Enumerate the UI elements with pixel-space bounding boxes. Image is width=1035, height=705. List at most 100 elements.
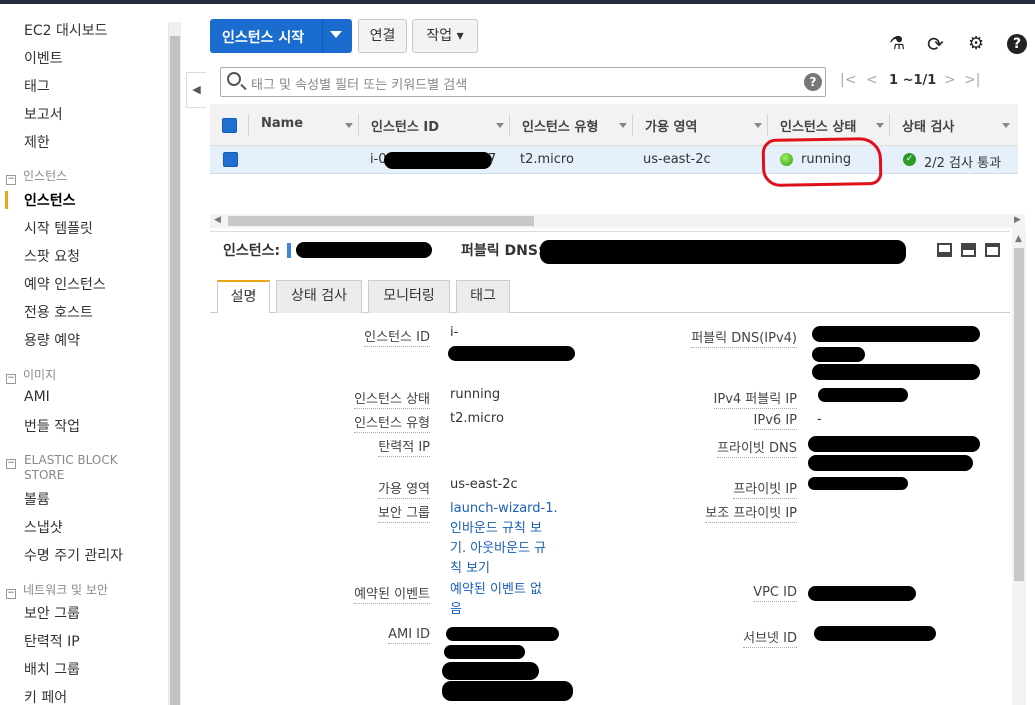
tab-description[interactable]: 설명: [217, 280, 270, 313]
sidebar-item-key-pairs[interactable]: 키 페어: [24, 687, 67, 705]
search-help-icon[interactable]: ?: [804, 73, 822, 91]
sidebar-item-reports[interactable]: 보고서: [24, 104, 63, 124]
column-header-name[interactable]: Name: [261, 116, 303, 131]
detail-label-scheduled-events: 예약된 이벤트: [330, 583, 430, 604]
instance-summary-label: 인스턴스:: [223, 243, 281, 259]
view-full-details-icon[interactable]: [937, 243, 952, 257]
table-horizontal-scrollbar[interactable]: ◀ ▶: [210, 214, 1025, 228]
sidebar-item-dedicated-hosts[interactable]: 전용 호스트: [24, 302, 93, 322]
tab-status-checks[interactable]: 상태 검사: [276, 280, 362, 313]
column-header-instance-type[interactable]: 인스턴스 유형: [522, 116, 598, 135]
help-icon[interactable]: ?: [1007, 34, 1027, 54]
table-row[interactable]: i-0 7 t2.micro us-east-2c running ✓ 2/2 …: [210, 146, 1018, 174]
column-header-status-checks[interactable]: 상태 검사: [902, 116, 954, 135]
select-all-checkbox[interactable]: [222, 118, 237, 133]
sort-caret-icon[interactable]: [754, 123, 762, 128]
last-page-icon[interactable]: >|: [964, 72, 980, 88]
sidebar-scrollbar-thumb[interactable]: [170, 36, 180, 705]
sidebar-item-bundle-tasks[interactable]: 번들 작업: [24, 416, 80, 436]
redacted-instance-id-detail: [448, 346, 575, 361]
sidebar-item-launch-templates[interactable]: 시작 템플릿: [24, 218, 93, 238]
scroll-right-icon[interactable]: ▶: [1014, 215, 1021, 225]
sidebar-item-ec2-dashboard[interactable]: EC2 대시보드: [24, 20, 108, 40]
sidebar-item-spot-requests[interactable]: 스팟 요청: [24, 246, 80, 266]
column-header-instance-state[interactable]: 인스턴스 상태: [780, 116, 856, 135]
sidebar-item-instances[interactable]: 인스턴스: [24, 190, 76, 210]
detail-value-ipv6-ip: -: [817, 412, 822, 427]
sort-caret-icon[interactable]: [345, 123, 353, 128]
connect-button[interactable]: 연결: [358, 19, 407, 53]
prev-page-icon[interactable]: <: [866, 72, 878, 88]
view-fill: [963, 245, 974, 250]
column-header-instance-id[interactable]: 인스턴스 ID: [371, 116, 439, 135]
inbound-rules-link-line2[interactable]: 기. 아웃바운드 규: [450, 539, 546, 559]
sidebar-item-snapshots[interactable]: 스냅샷: [24, 517, 63, 537]
column-header-availability-zone[interactable]: 가용 영역: [645, 116, 697, 135]
sidebar-section-images[interactable]: − 이미지: [6, 366, 56, 384]
first-page-icon[interactable]: |<: [840, 72, 856, 88]
inbound-rules-link-line1[interactable]: 인바운드 규칙 보: [450, 519, 542, 539]
column-separator: [509, 114, 510, 136]
scroll-up-icon[interactable]: ▲: [1015, 234, 1022, 244]
sidebar-item-capacity-reservations[interactable]: 용량 예약: [24, 330, 80, 350]
label-text: 인스턴스 ID: [364, 330, 430, 347]
detail-value-availability-zone: us-east-2c: [450, 477, 518, 492]
inbound-rules-link-line3[interactable]: 칙 보기: [450, 559, 490, 579]
detail-value-instance-state: running: [450, 387, 501, 402]
tab-tags[interactable]: 태그: [456, 280, 510, 313]
row-checkbox[interactable]: [223, 152, 238, 167]
sidebar-item-lifecycle-manager[interactable]: 수명 주기 관리자: [24, 545, 123, 565]
launch-instance-button[interactable]: 인스턴스 시작: [210, 19, 352, 53]
sort-caret-icon[interactable]: [619, 123, 627, 128]
section-label: 네트워크 및 보안: [23, 583, 108, 597]
sidebar-section-instances[interactable]: − 인스턴스: [6, 167, 67, 185]
availability-zone-cell: us-east-2c: [643, 152, 711, 167]
detail-label-ipv6-ip: IPv6 IP: [660, 413, 797, 430]
next-page-icon[interactable]: >: [944, 72, 956, 88]
label-text: 인스턴스 상태: [354, 392, 430, 409]
sidebar-item-events[interactable]: 이벤트: [24, 48, 63, 68]
refresh-icon[interactable]: ⟳: [927, 34, 944, 54]
detail-value-instance-id: i-: [450, 325, 459, 340]
tab-monitoring[interactable]: 모니터링: [368, 280, 450, 313]
scheduled-events-link-line1[interactable]: 예약된 이벤트 없: [450, 580, 542, 600]
flask-icon[interactable]: ⚗: [889, 34, 905, 54]
sidebar-item-tags[interactable]: 태그: [24, 76, 50, 96]
sort-caret-icon[interactable]: [1002, 123, 1010, 128]
sidebar-section-ebs[interactable]: −: [6, 453, 23, 469]
sidebar-item-reserved-instances[interactable]: 예약 인스턴스: [24, 274, 106, 294]
launch-dropdown-icon[interactable]: [330, 31, 342, 38]
vertical-scrollbar-thumb[interactable]: [1014, 248, 1024, 581]
sidebar-item-ami[interactable]: AMI: [24, 389, 50, 405]
launch-instance-label: 인스턴스 시작: [222, 30, 305, 46]
redacted-ami-id-1: [446, 627, 559, 641]
sidebar-section-network[interactable]: − 네트워크 및 보안: [6, 581, 108, 599]
scheduled-events-link-line2[interactable]: 음: [450, 600, 462, 620]
pane-divider[interactable]: [210, 231, 1010, 232]
sidebar-item-placement-groups[interactable]: 배치 그룹: [24, 659, 80, 679]
section-label: 인스턴스: [23, 169, 68, 183]
sort-caret-icon[interactable]: [496, 123, 504, 128]
security-group-link[interactable]: launch-wizard-1.: [450, 499, 558, 519]
details-vertical-scrollbar[interactable]: ▲: [1012, 228, 1026, 705]
sort-caret-icon[interactable]: [876, 123, 884, 128]
column-separator: [358, 114, 359, 136]
sidebar-item-volumes[interactable]: 볼륨: [24, 489, 50, 509]
sidebar-item-security-groups[interactable]: 보안 그룹: [24, 603, 80, 623]
detail-label-subnet-id: 서브넷 ID: [660, 627, 797, 648]
scroll-left-icon[interactable]: ◀: [214, 215, 221, 225]
label-text: IPv4 퍼블릭 IP: [713, 392, 797, 409]
sidebar-item-elastic-ips[interactable]: 탄력적 IP: [24, 631, 80, 651]
instances-table-header: Name 인스턴스 ID 인스턴스 유형 가용 영역 인스턴스 상태 상태 검사: [210, 104, 1018, 146]
filter-search-input[interactable]: 태그 및 속성별 필터 또는 키워드별 검색 ?: [220, 67, 826, 97]
actions-button[interactable]: 작업 ▾: [412, 19, 478, 53]
gear-icon[interactable]: ⚙: [968, 34, 984, 54]
horizontal-scrollbar-thumb[interactable]: [228, 216, 534, 226]
detail-label-availability-zone: 가용 영역: [330, 478, 430, 499]
label-text: 보안 그룹: [378, 506, 430, 523]
view-table-icon[interactable]: [985, 243, 1000, 257]
view-split-icon[interactable]: [961, 243, 976, 257]
sidebar-scrollbar[interactable]: [168, 22, 181, 705]
sidebar-item-limits[interactable]: 제한: [24, 132, 50, 152]
collapse-sidebar-icon[interactable]: ◀: [186, 72, 206, 108]
